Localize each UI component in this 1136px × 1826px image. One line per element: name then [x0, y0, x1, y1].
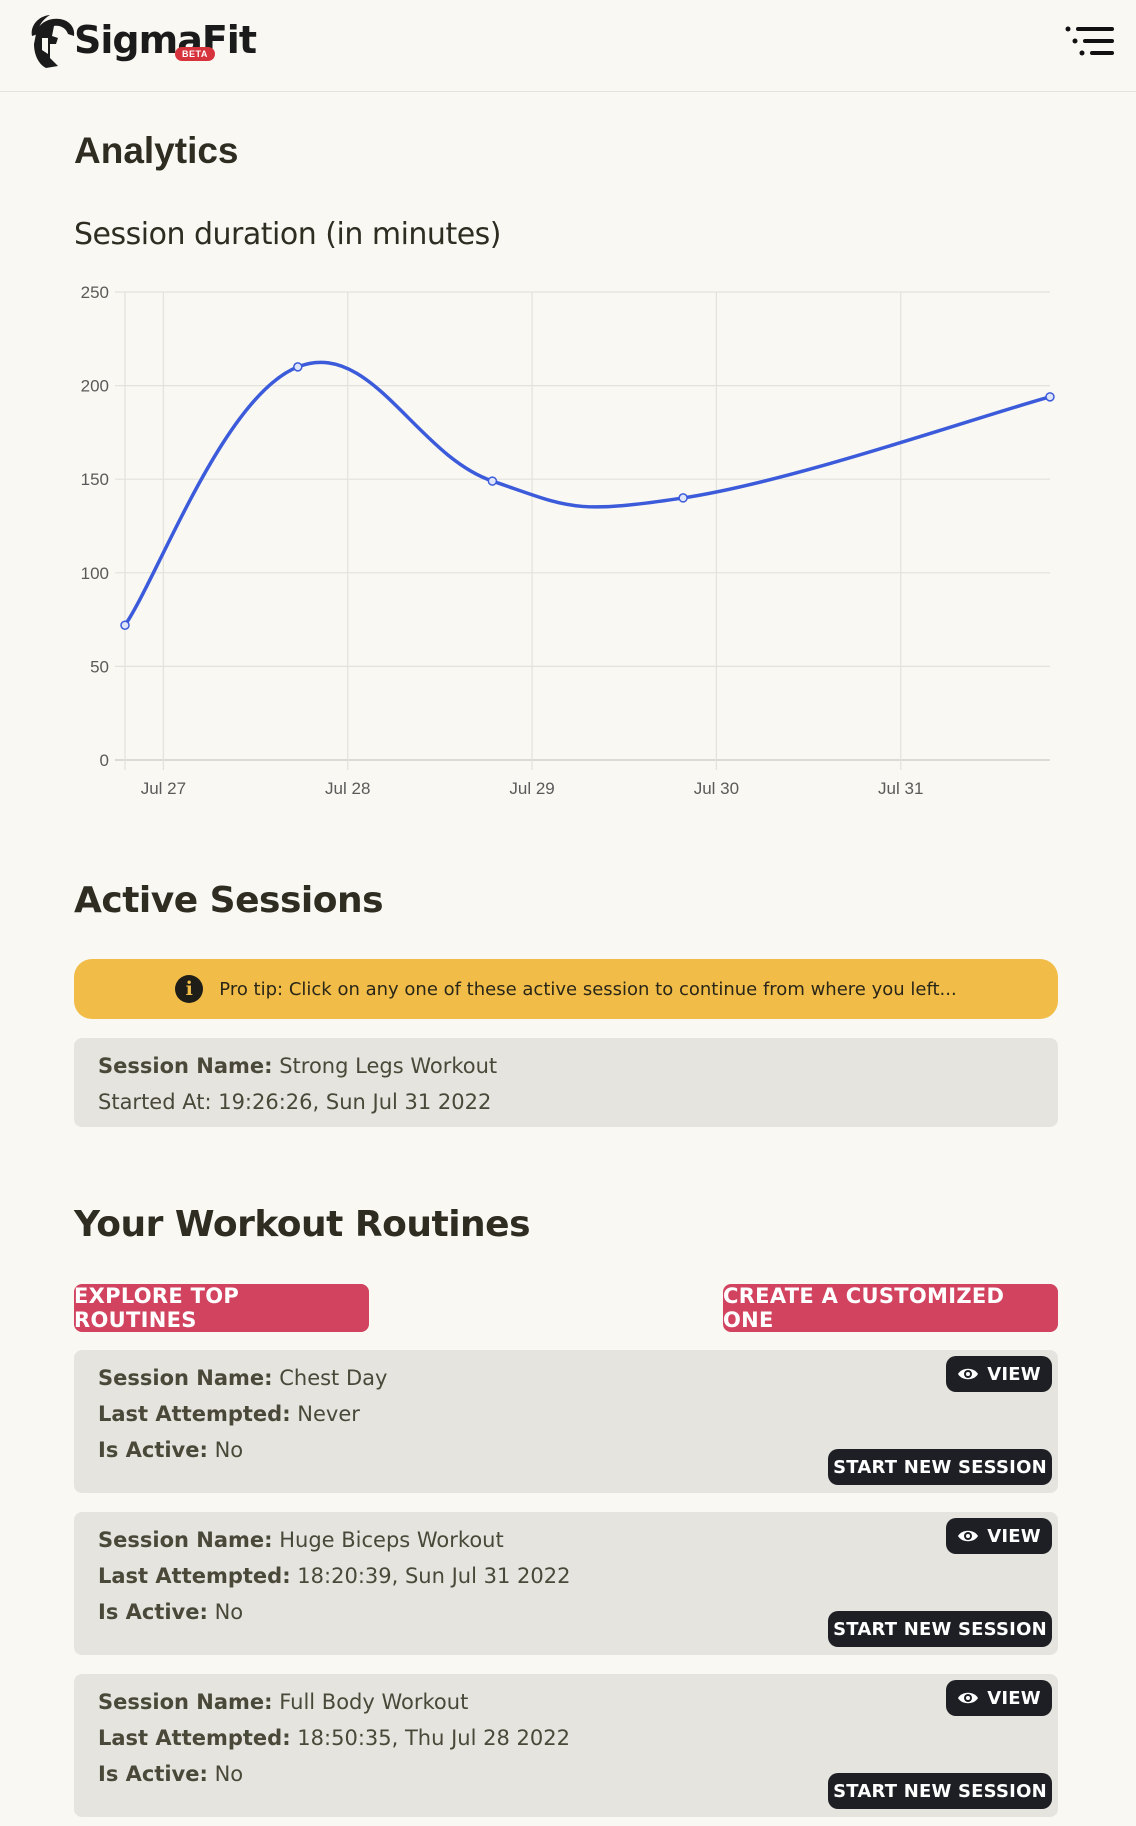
view-label: VIEW	[987, 1525, 1041, 1547]
last-attempted-key: Last Attempted:	[98, 1564, 291, 1588]
routine-is-active-line: Is Active: No	[98, 1438, 243, 1462]
x-tick-label: Jul 27	[141, 779, 186, 798]
y-tick-label: 150	[81, 470, 109, 489]
explore-top-routines-button[interactable]: EXPLORE TOP ROUTINES	[74, 1284, 369, 1332]
active-session-started: Started At: 19:26:26, Sun Jul 31 2022	[98, 1090, 492, 1114]
view-routine-button[interactable]: VIEW	[946, 1356, 1052, 1392]
routine-card: Session Name: Huge Biceps Workout Last A…	[74, 1512, 1058, 1655]
data-point	[293, 362, 303, 372]
y-tick-label: 50	[90, 657, 109, 676]
view-label: VIEW	[987, 1363, 1041, 1385]
menu-lines-icon	[1065, 26, 1114, 56]
page-title: Analytics	[74, 130, 239, 171]
session-name-key: Session Name:	[98, 1690, 273, 1714]
eye-icon	[958, 1530, 979, 1542]
session-name-key: Session Name:	[98, 1054, 273, 1078]
x-tick-label: Jul 28	[325, 779, 370, 798]
data-point	[487, 476, 498, 486]
routine-name: Full Body Workout	[279, 1690, 469, 1714]
session-name-key: Session Name:	[98, 1366, 273, 1390]
data-point	[678, 493, 688, 503]
routine-last-attempted: 18:20:39, Sun Jul 31 2022	[297, 1564, 571, 1588]
beta-badge: BETA	[175, 47, 215, 61]
active-session-card[interactable]: Session Name: Strong Legs Workout Starte…	[74, 1038, 1058, 1127]
pro-tip-text: Pro tip: Click on any one of these activ…	[219, 978, 957, 1000]
routine-name-line: Session Name: Full Body Workout	[98, 1690, 468, 1714]
is-active-key: Is Active:	[98, 1762, 208, 1786]
routine-is-active-line: Is Active: No	[98, 1762, 243, 1786]
routine-name-line: Session Name: Huge Biceps Workout	[98, 1528, 504, 1552]
info-icon: i	[175, 975, 204, 1003]
last-attempted-key: Last Attempted:	[98, 1726, 291, 1750]
series-line	[123, 360, 1051, 627]
view-routine-button[interactable]: VIEW	[946, 1680, 1052, 1716]
routine-name: Huge Biceps Workout	[279, 1528, 504, 1552]
routine-last-attempted: 18:50:35, Thu Jul 28 2022	[297, 1726, 570, 1750]
data-point	[120, 620, 130, 630]
routine-last-attempted-line: Last Attempted: Never	[98, 1402, 360, 1426]
active-sessions-heading: Active Sessions	[74, 880, 384, 921]
eye-icon	[958, 1368, 979, 1380]
y-tick-label: 100	[81, 564, 109, 583]
y-tick-label: 250	[81, 283, 109, 302]
last-attempted-key: Last Attempted:	[98, 1402, 291, 1426]
workout-routines-heading: Your Workout Routines	[74, 1204, 531, 1245]
routine-is-active: No	[214, 1600, 244, 1624]
routine-name-line: Session Name: Chest Day	[98, 1366, 387, 1390]
start-new-session-button[interactable]: START NEW SESSION	[828, 1611, 1052, 1647]
is-active-key: Is Active:	[98, 1600, 208, 1624]
view-routine-button[interactable]: VIEW	[946, 1518, 1052, 1554]
x-tick-label: Jul 29	[509, 779, 554, 798]
routine-card: Session Name: Full Body Workout Last Att…	[74, 1674, 1058, 1817]
view-label: VIEW	[987, 1687, 1041, 1709]
start-new-session-button[interactable]: START NEW SESSION	[828, 1449, 1052, 1485]
y-tick-label: 0	[100, 751, 109, 770]
x-tick-label: Jul 30	[694, 779, 739, 798]
chart-title: Session duration (in minutes)	[74, 217, 502, 252]
routine-card: Session Name: Chest Day Last Attempted: …	[74, 1350, 1058, 1493]
data-point	[1045, 392, 1055, 402]
active-session-name-line: Session Name: Strong Legs Workout	[98, 1054, 497, 1078]
create-customized-routine-button[interactable]: CREATE A CUSTOMIZED ONE	[723, 1284, 1058, 1332]
pro-tip-banner: i Pro tip: Click on any one of these act…	[74, 959, 1058, 1019]
routine-name: Chest Day	[279, 1366, 388, 1390]
start-new-session-button[interactable]: START NEW SESSION	[828, 1773, 1052, 1809]
sigmafit-logo[interactable]: SigmaFit	[28, 12, 257, 74]
session-name-key: Session Name:	[98, 1528, 273, 1552]
routine-is-active: No	[214, 1438, 244, 1462]
routine-is-active: No	[214, 1762, 244, 1786]
y-tick-label: 200	[81, 377, 109, 396]
logo-text: SigmaFit	[74, 18, 257, 62]
top-navbar: SigmaFit BETA	[0, 0, 1136, 92]
menu-button[interactable]	[1064, 24, 1120, 64]
spartan-helmet-icon	[31, 15, 75, 68]
eye-icon	[958, 1692, 979, 1704]
routine-last-attempted-line: Last Attempted: 18:50:35, Thu Jul 28 202…	[98, 1726, 570, 1750]
routine-last-attempted: Never	[297, 1402, 360, 1426]
x-tick-label: Jul 31	[878, 779, 923, 798]
is-active-key: Is Active:	[98, 1438, 208, 1462]
session-duration-chart: 0 50 100 150 200 250 Jul 27 Jul 28 Jul 29 Jul 30 J…	[81, 283, 1055, 798]
active-session-name: Strong Legs Workout	[279, 1054, 498, 1078]
routine-last-attempted-line: Last Attempted: 18:20:39, Sun Jul 31 202…	[98, 1564, 570, 1588]
routine-is-active-line: Is Active: No	[98, 1600, 243, 1624]
